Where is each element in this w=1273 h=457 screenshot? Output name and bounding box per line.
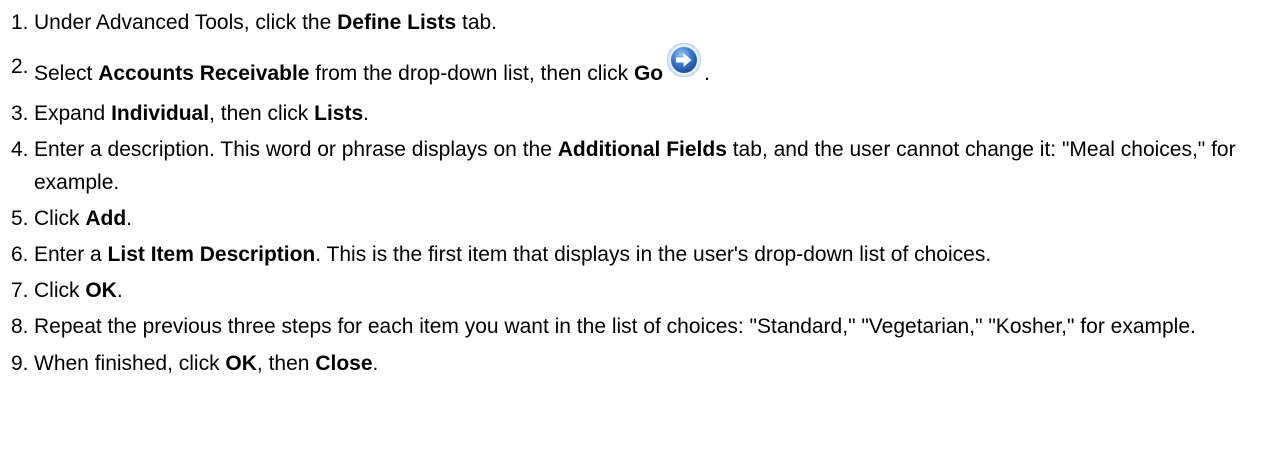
step-2: 2. Select Accounts Receivable from the d… bbox=[0, 42, 1273, 90]
instruction-list: 1. Under Advanced Tools, click the Defin… bbox=[0, 0, 1273, 380]
step-number: 8. bbox=[11, 315, 29, 338]
ui-term-list-item-description: List Item Description bbox=[107, 243, 316, 266]
step-text: Click bbox=[34, 279, 86, 302]
ui-term-ok: OK bbox=[85, 279, 117, 302]
step-4: 4. Enter a description. This word or phr… bbox=[0, 133, 1273, 199]
step-number: 9. bbox=[11, 352, 29, 375]
go-arrow-icon bbox=[666, 42, 702, 86]
step-number: 4. bbox=[11, 138, 29, 161]
step-text: Select bbox=[34, 62, 99, 85]
step-text: Repeat the previous three steps for each… bbox=[34, 315, 1196, 338]
ui-term-add: Add bbox=[85, 207, 127, 230]
step-text: . bbox=[126, 207, 133, 230]
step-1: 1. Under Advanced Tools, click the Defin… bbox=[0, 6, 1273, 39]
step-text: , then bbox=[256, 352, 316, 375]
ui-term-close: Close bbox=[315, 352, 373, 375]
step-text: . bbox=[116, 279, 123, 302]
step-text: . bbox=[704, 62, 710, 85]
step-8: 8. Repeat the previous three steps for e… bbox=[0, 310, 1273, 343]
step-7: 7. Click OK. bbox=[0, 274, 1273, 307]
step-5: 5. Click Add. bbox=[0, 202, 1273, 235]
step-number: 5. bbox=[11, 207, 29, 230]
step-6: 6. Enter a List Item Description. This i… bbox=[0, 238, 1273, 271]
step-number: 7. bbox=[11, 279, 29, 302]
step-text: Click bbox=[34, 207, 86, 230]
step-text: Under Advanced Tools, click the bbox=[34, 11, 338, 34]
step-number: 3. bbox=[11, 102, 29, 125]
ui-term-go: Go bbox=[633, 62, 664, 85]
step-number: 2. bbox=[11, 55, 29, 78]
step-text: When finished, click bbox=[34, 352, 226, 375]
step-text: from the drop-down list, then click bbox=[309, 62, 634, 85]
step-9: 9. When finished, click OK, then Close. bbox=[0, 347, 1273, 380]
step-text: , then click bbox=[209, 102, 315, 125]
step-text: tab. bbox=[456, 11, 498, 34]
step-number: 1. bbox=[11, 11, 29, 34]
step-number: 6. bbox=[11, 243, 29, 266]
ui-term-accounts-receivable: Accounts Receivable bbox=[98, 62, 310, 85]
step-text: . bbox=[363, 102, 369, 125]
step-text: Enter a bbox=[34, 243, 108, 266]
step-text: Expand bbox=[34, 102, 112, 125]
ui-term-individual: Individual bbox=[111, 102, 210, 125]
ui-term-define-lists: Define Lists bbox=[337, 11, 457, 34]
step-text: . bbox=[372, 352, 379, 375]
step-text: Enter a description. This word or phrase… bbox=[34, 138, 558, 161]
step-3: 3. Expand Individual, then click Lists. bbox=[0, 97, 1273, 130]
ui-term-lists: Lists bbox=[314, 102, 364, 125]
ui-term-ok: OK bbox=[225, 352, 257, 375]
step-text: . This is the first item that displays i… bbox=[315, 243, 992, 266]
ui-term-additional-fields: Additional Fields bbox=[557, 138, 727, 161]
